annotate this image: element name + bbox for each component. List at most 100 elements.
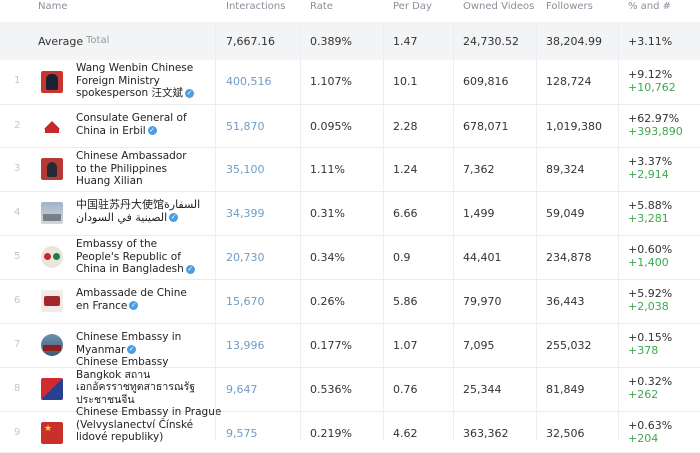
interactions-value[interactable]: 34,399 — [226, 207, 265, 220]
avatar[interactable] — [41, 202, 63, 224]
rate-value: 0.26% — [310, 295, 345, 308]
followers-value: 32,506 — [546, 427, 585, 440]
row-index: 7 — [14, 339, 21, 350]
owned-videos-value: 678,071 — [463, 120, 509, 133]
change-number: +393,890 — [628, 125, 683, 138]
rate-value: 0.177% — [310, 339, 352, 352]
interactions-value[interactable]: 13,996 — [226, 339, 265, 352]
change-percent: +62.97% — [628, 112, 680, 125]
col-name[interactable]: Name — [38, 1, 68, 12]
account-name[interactable]: Chinese Embassy in Prague (Velvyslanectv… — [76, 406, 226, 444]
account-name[interactable]: Chinese Embassy in Myanmar ✓ — [76, 331, 200, 356]
followers-value: 255,032 — [546, 339, 592, 352]
col-rate[interactable]: Rate — [310, 1, 333, 12]
change-number: +10,762 — [628, 81, 676, 94]
verified-check-icon: ✓ — [169, 213, 179, 222]
change-cell: +0.32% +262 — [628, 375, 672, 401]
change-percent: +3.37% — [628, 155, 673, 168]
rate-value: 0.095% — [310, 120, 352, 133]
per-day-value: 0.9 — [393, 251, 411, 264]
rate-value: 0.536% — [310, 383, 352, 396]
rate-value: 0.219% — [310, 427, 352, 440]
account-name[interactable]: Consulate General of China in Erbil ✓ — [76, 112, 200, 137]
account-name[interactable]: Chinese Ambassador to the Philippines Hu… — [76, 150, 200, 188]
change-number: +1,400 — [628, 256, 669, 269]
avatar[interactable] — [41, 71, 63, 93]
change-number: +262 — [628, 388, 659, 401]
column-divider — [215, 22, 216, 441]
average-per-day: 1.47 — [393, 35, 418, 48]
col-change[interactable]: % and # — [628, 1, 671, 12]
table-row[interactable]: 4 中国驻苏丹大使馆السفارة الصينية في السودان ✓ 34… — [0, 192, 700, 236]
row-index: 6 — [14, 295, 21, 306]
interactions-value[interactable]: 9,575 — [226, 427, 258, 440]
row-index: 1 — [14, 75, 21, 86]
owned-videos-value: 7,095 — [463, 339, 495, 352]
avatar[interactable] — [41, 246, 63, 268]
interactions-value[interactable]: 35,100 — [226, 163, 265, 176]
row-index: 2 — [14, 120, 21, 131]
change-percent: +5.92% — [628, 287, 673, 300]
followers-value: 1,019,380 — [546, 120, 602, 133]
col-owned-videos[interactable]: Owned Videos — [463, 1, 534, 12]
row-index: 5 — [14, 251, 21, 262]
rate-value: 0.34% — [310, 251, 345, 264]
interactions-value[interactable]: 51,870 — [226, 120, 265, 133]
per-day-value: 5.86 — [393, 295, 418, 308]
account-name[interactable]: Chinese Embassy Bangkok สถานเอกอัครราชทู… — [76, 356, 206, 406]
row-index: 9 — [14, 427, 21, 438]
followers-value: 234,878 — [546, 251, 592, 264]
account-name[interactable]: 中国驻苏丹大使馆السفارة الصينية في السودان ✓ — [76, 198, 226, 224]
col-per-day[interactable]: Per Day — [393, 1, 432, 12]
followers-value: 89,324 — [546, 163, 585, 176]
table-row[interactable]: 6 Ambassade de Chine en France ✓ 15,670 0… — [0, 280, 700, 324]
row-index: 3 — [14, 163, 21, 174]
avatar[interactable] — [41, 158, 63, 180]
interactions-value[interactable]: 20,730 — [226, 251, 265, 264]
per-day-value: 0.76 — [393, 383, 418, 396]
per-day-value: 10.1 — [393, 75, 418, 88]
column-divider — [536, 22, 537, 441]
column-divider — [453, 22, 454, 441]
interactions-value[interactable]: 15,670 — [226, 295, 265, 308]
account-name[interactable]: Embassy of the People's Republic of Chin… — [76, 238, 200, 276]
average-label: Average — [38, 35, 84, 48]
table-row[interactable]: 3 Chinese Ambassador to the Philippines … — [0, 148, 700, 192]
per-day-value: 1.07 — [393, 339, 418, 352]
change-percent: +9.12% — [628, 68, 673, 81]
table-row[interactable]: 9 ★ Chinese Embassy in Prague (Velvyslan… — [0, 406, 700, 453]
avatar[interactable] — [41, 290, 63, 312]
column-divider — [300, 22, 301, 441]
col-followers[interactable]: Followers — [546, 1, 593, 12]
rate-value: 1.11% — [310, 163, 345, 176]
verified-check-icon: ✓ — [185, 264, 195, 274]
followers-value: 36,443 — [546, 295, 585, 308]
change-number: +204 — [628, 432, 659, 445]
change-cell: +0.15% +378 — [628, 331, 672, 357]
column-divider — [618, 22, 619, 441]
change-cell: +5.92% +2,038 — [628, 287, 672, 313]
row-index: 8 — [14, 383, 21, 394]
followers-value: 81,849 — [546, 383, 585, 396]
table-row[interactable]: 2 Consulate General of China in Erbil ✓ 5… — [0, 105, 700, 148]
verified-check-icon: ✓ — [127, 345, 137, 354]
account-name[interactable]: Wang Wenbin Chinese Foreign Ministry spo… — [76, 62, 200, 100]
table-row[interactable]: 1 Wang Wenbin Chinese Foreign Ministry s… — [0, 60, 700, 105]
change-cell: +9.12% +10,762 — [628, 68, 676, 94]
account-name[interactable]: Ambassade de Chine en France ✓ — [76, 287, 200, 312]
average-owned-videos: 24,730.52 — [463, 35, 519, 48]
verified-check-icon: ✓ — [147, 126, 157, 135]
table-row[interactable]: 5 Embassy of the People's Republic of Ch… — [0, 236, 700, 280]
avatar[interactable] — [41, 334, 63, 356]
followers-value: 128,724 — [546, 75, 592, 88]
change-cell: +3.37% +2,914 — [628, 155, 672, 181]
avatar[interactable] — [41, 378, 63, 400]
avatar[interactable] — [41, 115, 63, 137]
change-number: +2,914 — [628, 168, 669, 181]
interactions-value[interactable]: 400,516 — [226, 75, 272, 88]
interactions-value[interactable]: 9,647 — [226, 383, 258, 396]
rate-value: 0.31% — [310, 207, 345, 220]
col-interactions[interactable]: Interactions — [226, 1, 285, 12]
table-header: Name Interactions Rate Per Day Owned Vid… — [0, 0, 700, 22]
verified-check-icon: ✓ — [185, 88, 195, 98]
